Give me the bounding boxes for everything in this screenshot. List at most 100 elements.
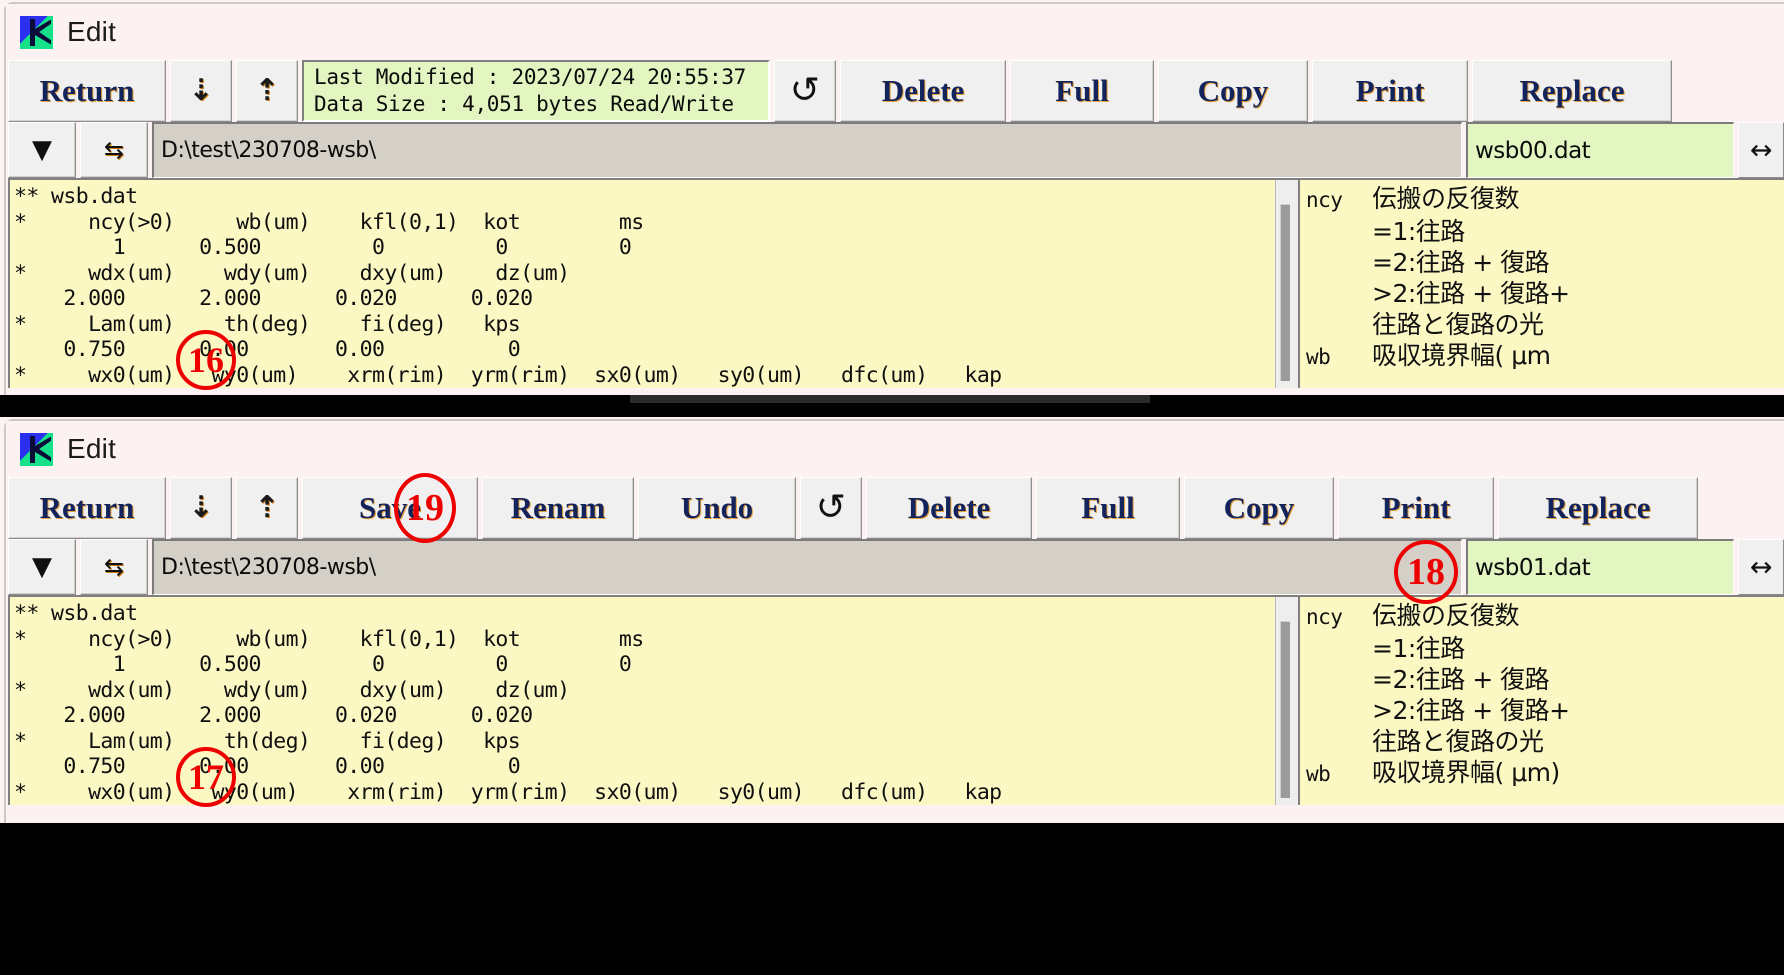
help-value-2-top: =2:往路 + 復路 [1372,248,1550,277]
return-button-bottom[interactable]: Return [8,477,166,539]
window-title-top: Edit [67,16,116,48]
resize-glyph-top: ↔ [1749,134,1773,166]
filename-input-top[interactable]: wsb00.dat [1466,122,1734,178]
scrollbar-thumb-bottom[interactable] [1280,621,1290,798]
k-logo-icon [20,15,53,49]
delete-button-top[interactable]: Delete [840,60,1006,122]
k-logo-icon-bottom [20,432,53,466]
toolbar-top: Return ⇣ ⇡ Last Modified : 2023/07/24 20… [6,60,1784,122]
horizontal-resize-icon-bottom[interactable]: ↔ [1738,539,1784,595]
text-editor-bottom[interactable]: ** wsb.dat * ncy(>0) wb(um) kfl(0,1) kot… [8,595,1298,805]
path-row-top: ▼ ⇆ D:\test\230708-wsb\ wsb00.dat ↔ [6,122,1784,178]
data-size-line: Data Size : 4,051 bytes Read/Write [314,92,734,116]
arrow-down-glyph-top: ⇣ [188,73,214,108]
arrow-up-dotted-icon-top[interactable]: ⇡ [236,60,298,122]
help-pane-top: ncy 伝搬の反復数 =1:往路 =2:往路 + 復路 >2:往路 + 復路+ [1298,178,1784,388]
save-button[interactable]: Save [302,477,478,539]
editor-scrollbar-top[interactable] [1275,180,1298,388]
arrow-down-dotted-icon-top[interactable]: ⇣ [170,60,232,122]
help-row-4-top: 往路と復路の光 [1306,309,1784,340]
reload-glyph-bottom: ↺ [815,487,847,528]
help-row-wb-top: wb 吸収境界幅( μm [1306,340,1784,373]
arrow-down-glyph-bottom: ⇣ [188,490,214,525]
help-value-4-bottom: 往路と復路の光 [1372,727,1544,756]
help-row-3-bottom: >2:往路 + 復路+ [1306,695,1784,726]
chevron-down-icon-top[interactable]: ▼ [8,122,76,178]
help-row-2-top: =2:往路 + 復路 [1306,247,1784,278]
help-row-1-top: =1:往路 [1306,216,1784,247]
screen-root: Edit Return ⇣ ⇡ Last Modified : 2023/07/… [0,0,1784,975]
undo-button[interactable]: Undo [638,477,796,539]
edit-window-top: Edit Return ⇣ ⇡ Last Modified : 2023/07/… [0,0,1784,395]
bottom-black-band [0,823,1784,975]
window-title-text-top: Edit [67,16,117,47]
editor-content-bottom[interactable]: ** wsb.dat * ncy(>0) wb(um) kfl(0,1) kot… [10,597,1275,805]
replace-button-top[interactable]: Replace [1472,60,1672,122]
window-inner-top: Edit Return ⇣ ⇡ Last Modified : 2023/07/… [4,2,1784,395]
chevron-down-glyph-top: ▼ [32,135,52,165]
rename-button[interactable]: Renam [482,477,634,539]
window-title-text-bottom: Edit [67,433,117,464]
swap-arrows-icon-top[interactable]: ⇆ [80,122,148,178]
arrow-up-dotted-icon-bottom[interactable]: ⇡ [236,477,298,539]
help-row-wb-bottom: wb 吸収境界幅( μm) [1306,757,1784,790]
editor-content-top[interactable]: ** wsb.dat * ncy(>0) wb(um) kfl(0,1) kot… [10,180,1275,388]
help-row-4-bottom: 往路と復路の光 [1306,726,1784,757]
full-button-bottom[interactable]: Full [1036,477,1180,539]
path-row-bottom: ▼ ⇆ D:\test\230708-wsb\ wsb01.dat ↔ [6,539,1784,595]
help-row-3-top: >2:往路 + 復路+ [1306,278,1784,309]
print-button-top[interactable]: Print [1312,60,1468,122]
text-editor-top[interactable]: ** wsb.dat * ncy(>0) wb(um) kfl(0,1) kot… [8,178,1298,388]
scrollbar-thumb-top[interactable] [1280,204,1290,381]
help-row-1-bottom: =1:往路 [1306,633,1784,664]
help-key-ncy-bottom: ncy [1306,605,1343,629]
print-button-bottom[interactable]: Print [1338,477,1494,539]
arrow-up-glyph-top: ⇡ [254,73,280,108]
title-bar-bottom: Edit [6,421,1784,477]
help-row-2-bottom: =2:往路 + 復路 [1306,664,1784,695]
chevron-down-glyph-bottom: ▼ [32,552,52,582]
last-modified-line: Last Modified : 2023/07/24 20:55:37 [314,65,747,90]
help-row-ncy-bottom: ncy 伝搬の反復数 [1306,600,1784,633]
ghost-strip [630,395,1150,403]
title-bar-top: Edit [6,4,1784,60]
chevron-down-icon-bottom[interactable]: ▼ [8,539,76,595]
help-value-wb-bottom: 吸収境界幅( μm) [1372,758,1560,787]
edit-window-bottom: Edit Return ⇣ ⇡ Save Renam Undo ↺ Delete… [0,417,1784,823]
full-button-top[interactable]: Full [1010,60,1154,122]
help-value-1-bottom: =1:往路 [1372,634,1465,663]
path-input-top[interactable]: D:\test\230708-wsb\ [152,122,1462,178]
swap-glyph-bottom: ⇆ [103,553,125,581]
filename-input-bottom[interactable]: wsb01.dat [1466,539,1734,595]
help-value-ncy-top: 伝搬の反復数 [1372,184,1520,213]
help-key-ncy-top: ncy [1306,188,1343,212]
copy-button-top[interactable]: Copy [1158,60,1308,122]
help-value-wb-top: 吸収境界幅( μm [1372,341,1551,370]
horizontal-resize-icon-top[interactable]: ↔ [1738,122,1784,178]
path-input-bottom[interactable]: D:\test\230708-wsb\ [152,539,1462,595]
help-value-4-top: 往路と復路の光 [1372,310,1544,339]
body-row-top: ** wsb.dat * ncy(>0) wb(um) kfl(0,1) kot… [6,178,1784,388]
help-pane-bottom: ncy 伝搬の反復数 =1:往路 =2:往路 + 復路 >2:往路 + 復路+ [1298,595,1784,805]
help-value-3-top: >2:往路 + 復路+ [1372,279,1570,308]
editor-scrollbar-bottom[interactable] [1275,597,1298,805]
arrow-down-dotted-icon-bottom[interactable]: ⇣ [170,477,232,539]
reload-icon-top[interactable]: ↺ [774,60,836,122]
swap-arrows-icon-bottom[interactable]: ⇆ [80,539,148,595]
file-info-panel-top: Last Modified : 2023/07/24 20:55:37 Data… [302,60,770,122]
window-gap-band [0,395,1784,417]
reload-glyph-top: ↺ [789,70,821,111]
help-row-ncy-top: ncy 伝搬の反復数 [1306,183,1784,216]
copy-button-bottom[interactable]: Copy [1184,477,1334,539]
swap-glyph-top: ⇆ [103,136,125,164]
body-row-bottom: ** wsb.dat * ncy(>0) wb(um) kfl(0,1) kot… [6,595,1784,805]
help-key-wb-bottom: wb [1306,762,1331,786]
replace-button-bottom[interactable]: Replace [1498,477,1698,539]
reload-icon-bottom[interactable]: ↺ [800,477,862,539]
help-value-1-top: =1:往路 [1372,217,1465,246]
help-key-wb-top: wb [1306,345,1331,369]
return-button-top[interactable]: Return [8,60,166,122]
delete-button-bottom[interactable]: Delete [866,477,1032,539]
window-title-bottom: Edit [67,433,116,465]
toolbar-bottom: Return ⇣ ⇡ Save Renam Undo ↺ Delete Full… [6,477,1784,539]
